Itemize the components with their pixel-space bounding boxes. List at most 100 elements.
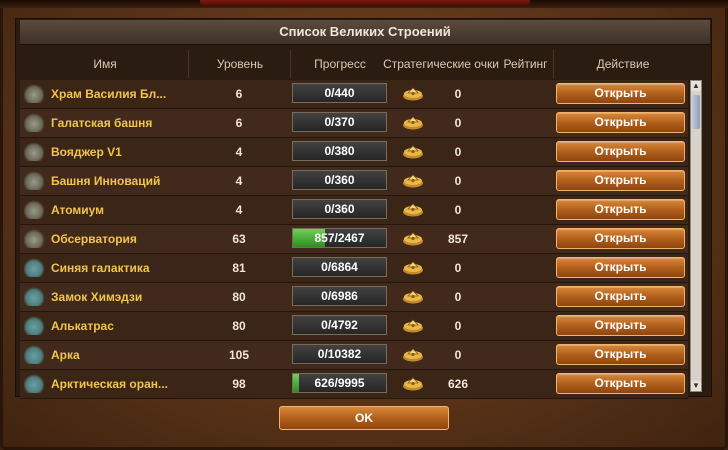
table-row: Синяя галактика 81 0/6864 0 Открыть xyxy=(20,254,688,283)
open-button[interactable]: Открыть xyxy=(556,286,685,307)
building-name: Обсерватория xyxy=(51,232,137,246)
col-name: Имя xyxy=(93,57,117,71)
building-name: Башня Инноваций xyxy=(51,174,161,188)
open-button[interactable]: Открыть xyxy=(556,83,685,104)
progress-text: 0/440 xyxy=(324,86,355,100)
table-row: Галатская башня 6 0/370 0 Открыть xyxy=(20,109,688,138)
progress-text: 0/370 xyxy=(324,115,355,129)
building-icon xyxy=(24,83,44,103)
scroll-thumb[interactable] xyxy=(692,95,700,129)
header-divider xyxy=(188,50,189,78)
progress-bar: 0/370 xyxy=(292,112,387,132)
progress-bar: 0/6864 xyxy=(292,257,387,277)
strategy-points-value: 0 xyxy=(454,203,462,217)
building-name: Атомиум xyxy=(51,203,105,217)
strategy-points-icon xyxy=(402,318,424,333)
strategy-points-icon xyxy=(402,289,424,304)
open-button[interactable]: Открыть xyxy=(556,344,685,365)
building-icon xyxy=(24,373,44,393)
building-name: Арктическая оран... xyxy=(51,377,169,391)
progress-bar: 857/2467 xyxy=(292,228,387,248)
col-strategy-points: Стратегические очки xyxy=(383,57,499,71)
dialog-title: Список Великих Строений xyxy=(20,20,710,45)
building-name: Синяя галактика xyxy=(51,261,150,275)
building-icon xyxy=(24,344,44,364)
strategy-points-value: 626 xyxy=(447,377,469,391)
strategy-points-icon xyxy=(402,231,424,246)
top-bar xyxy=(0,0,728,8)
building-level: 80 xyxy=(232,319,246,333)
progress-bar: 0/380 xyxy=(292,141,387,161)
building-icon xyxy=(24,286,44,306)
open-button[interactable]: Открыть xyxy=(556,112,685,133)
progress-text: 0/10382 xyxy=(317,347,362,361)
col-action: Действие xyxy=(596,57,650,71)
building-level: 81 xyxy=(232,261,246,275)
building-icon xyxy=(24,315,44,335)
progress-text: 0/360 xyxy=(324,202,355,216)
col-rating: Рейтинг xyxy=(503,57,548,71)
ok-button[interactable]: OK xyxy=(279,406,449,430)
scrollbar[interactable]: ▲ ▼ xyxy=(690,80,702,392)
progress-text: 0/380 xyxy=(324,144,355,158)
scroll-down-arrow-icon[interactable]: ▼ xyxy=(691,381,701,391)
building-level: 80 xyxy=(232,290,246,304)
building-icon xyxy=(24,141,44,161)
building-name: Вояджер V1 xyxy=(51,145,122,159)
open-button[interactable]: Открыть xyxy=(556,373,685,394)
table-header: Имя Уровень Прогресс Стратегические очки… xyxy=(20,50,710,78)
progress-text: 0/6986 xyxy=(321,289,358,303)
building-level: 105 xyxy=(228,348,250,362)
building-icon xyxy=(24,228,44,248)
building-level: 4 xyxy=(235,203,243,217)
top-bar-decoration xyxy=(200,0,530,6)
open-button[interactable]: Открыть xyxy=(556,315,685,336)
progress-text: 857/2467 xyxy=(314,231,365,245)
strategy-points-icon xyxy=(402,115,424,130)
open-button[interactable]: Открыть xyxy=(556,141,685,162)
open-button[interactable]: Открыть xyxy=(556,199,685,220)
progress-text: 0/6864 xyxy=(321,260,358,274)
table-row: Атомиум 4 0/360 0 Открыть xyxy=(20,196,688,225)
progress-bar: 0/360 xyxy=(292,199,387,219)
building-level: 6 xyxy=(235,116,243,130)
progress-bar: 0/360 xyxy=(292,170,387,190)
strategy-points-value: 0 xyxy=(454,261,462,275)
strategy-points-icon xyxy=(402,376,424,391)
strategy-points-value: 0 xyxy=(454,116,462,130)
open-button[interactable]: Открыть xyxy=(556,228,685,249)
progress-bar: 0/440 xyxy=(292,83,387,103)
strategy-points-value: 0 xyxy=(454,290,462,304)
building-icon xyxy=(24,257,44,277)
building-level: 4 xyxy=(235,145,243,159)
col-level: Уровень xyxy=(216,57,264,71)
table-row: Храм Василия Бл... 6 0/440 0 Открыть xyxy=(20,80,688,109)
building-name: Галатская башня xyxy=(51,116,153,130)
strategy-points-value: 0 xyxy=(454,348,462,362)
progress-text: 626/9995 xyxy=(314,376,365,390)
strategy-points-icon xyxy=(402,144,424,159)
scroll-up-arrow-icon[interactable]: ▲ xyxy=(691,81,701,91)
strategy-points-icon xyxy=(402,260,424,275)
building-icon xyxy=(24,112,44,132)
strategy-points-icon xyxy=(402,347,424,362)
building-name: Алькатрас xyxy=(51,319,114,333)
building-icon xyxy=(24,170,44,190)
strategy-points-value: 857 xyxy=(447,232,469,246)
open-button[interactable]: Открыть xyxy=(556,170,685,191)
building-level: 4 xyxy=(235,174,243,188)
table-row: Арктическая оран... 98 626/9995 626 Открыть xyxy=(20,370,688,399)
building-name: Замок Химэдзи xyxy=(51,290,143,304)
progress-bar: 0/4792 xyxy=(292,315,387,335)
col-progress: Прогресс xyxy=(314,57,366,71)
table-row: Арка 105 0/10382 0 Открыть xyxy=(20,341,688,370)
progress-bar: 0/6986 xyxy=(292,286,387,306)
strategy-points-value: 0 xyxy=(454,319,462,333)
strategy-points-value: 0 xyxy=(454,145,462,159)
open-button[interactable]: Открыть xyxy=(556,257,685,278)
strategy-points-value: 0 xyxy=(454,174,462,188)
strategy-points-value: 0 xyxy=(454,87,462,101)
building-name: Храм Василия Бл... xyxy=(51,87,167,101)
progress-text: 0/4792 xyxy=(321,318,358,332)
table-row: Замок Химэдзи 80 0/6986 0 Открыть xyxy=(20,283,688,312)
